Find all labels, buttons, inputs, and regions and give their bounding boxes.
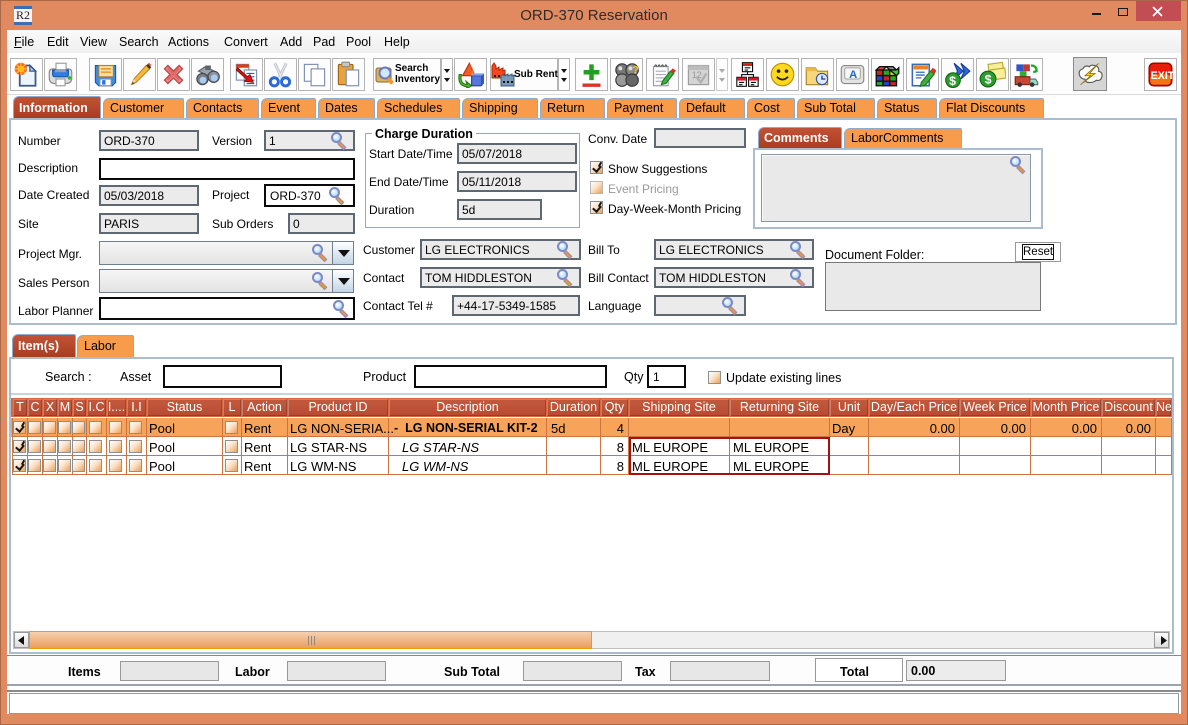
svg-text:A: A: [849, 69, 857, 81]
svg-text:EXIT: EXIT: [1151, 70, 1174, 82]
svg-text:$: $: [985, 73, 992, 87]
svg-text:?: ?: [632, 64, 639, 76]
svg-text:$: $: [949, 74, 956, 88]
